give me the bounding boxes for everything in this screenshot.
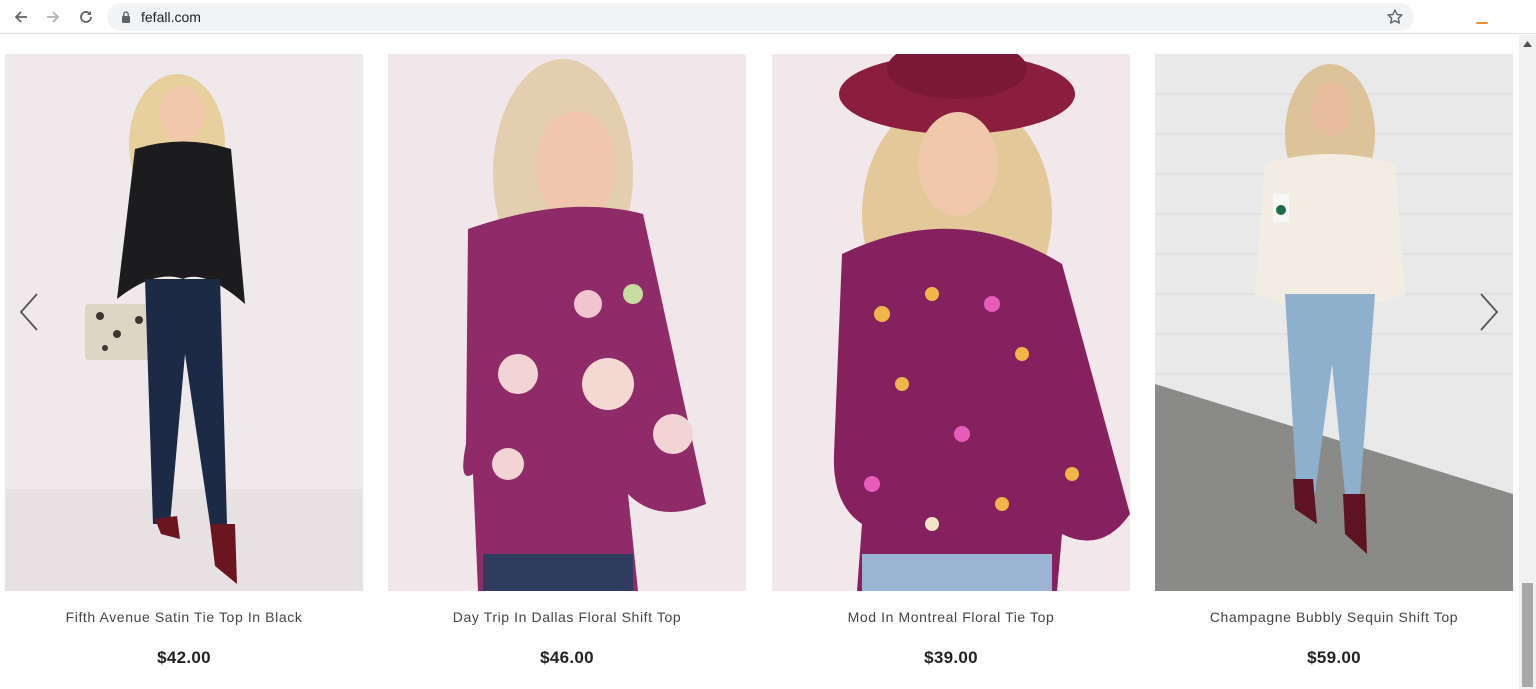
product-name[interactable]: Day Trip In Dallas Floral Shift Top xyxy=(388,609,746,629)
star-icon[interactable] xyxy=(1386,8,1404,26)
lock-icon xyxy=(122,11,130,23)
product-card[interactable]: Champagne Bubbly Sequin Shift Top $59.00 xyxy=(1155,54,1513,668)
carousel-next-button[interactable] xyxy=(1475,290,1503,334)
product-card[interactable]: Mod In Montreal Floral Tie Top $39.00 xyxy=(772,54,1130,668)
forward-arrow-icon[interactable] xyxy=(42,6,64,28)
product-price: $46.00 xyxy=(540,648,594,667)
product-image[interactable] xyxy=(772,54,1130,591)
product-price: $42.00 xyxy=(157,648,211,667)
product-name[interactable]: Champagne Bubbly Sequin Shift Top xyxy=(1155,609,1513,629)
product-price: $39.00 xyxy=(924,648,978,667)
product-image[interactable] xyxy=(1155,54,1513,591)
product-name[interactable]: Mod In Montreal Floral Tie Top xyxy=(772,609,1130,629)
product-card[interactable]: Day Trip In Dallas Floral Shift Top $46.… xyxy=(388,54,746,668)
scrollbar-thumb[interactable] xyxy=(1522,583,1533,687)
back-arrow-icon[interactable] xyxy=(10,6,32,28)
scroll-up-icon[interactable] xyxy=(1519,35,1536,52)
page-scrollbar[interactable] xyxy=(1519,35,1536,689)
chevron-right-icon xyxy=(1480,293,1499,331)
chevron-left-icon xyxy=(19,293,38,331)
reload-icon[interactable] xyxy=(75,6,97,28)
product-image[interactable] xyxy=(388,54,746,591)
product-image[interactable] xyxy=(5,54,363,591)
product-carousel: Fifth Avenue Satin Tie Top In Black $42.… xyxy=(0,35,1519,689)
address-bar[interactable]: fefall.com xyxy=(107,3,1414,31)
browser-toolbar: fefall.com xyxy=(0,0,1536,34)
url-text: fefall.com xyxy=(141,9,201,25)
extension-indicator xyxy=(1476,22,1488,26)
carousel-prev-button[interactable] xyxy=(15,290,43,334)
product-price: $59.00 xyxy=(1307,648,1361,667)
product-card[interactable]: Fifth Avenue Satin Tie Top In Black $42.… xyxy=(5,54,363,668)
product-name[interactable]: Fifth Avenue Satin Tie Top In Black xyxy=(5,609,363,629)
